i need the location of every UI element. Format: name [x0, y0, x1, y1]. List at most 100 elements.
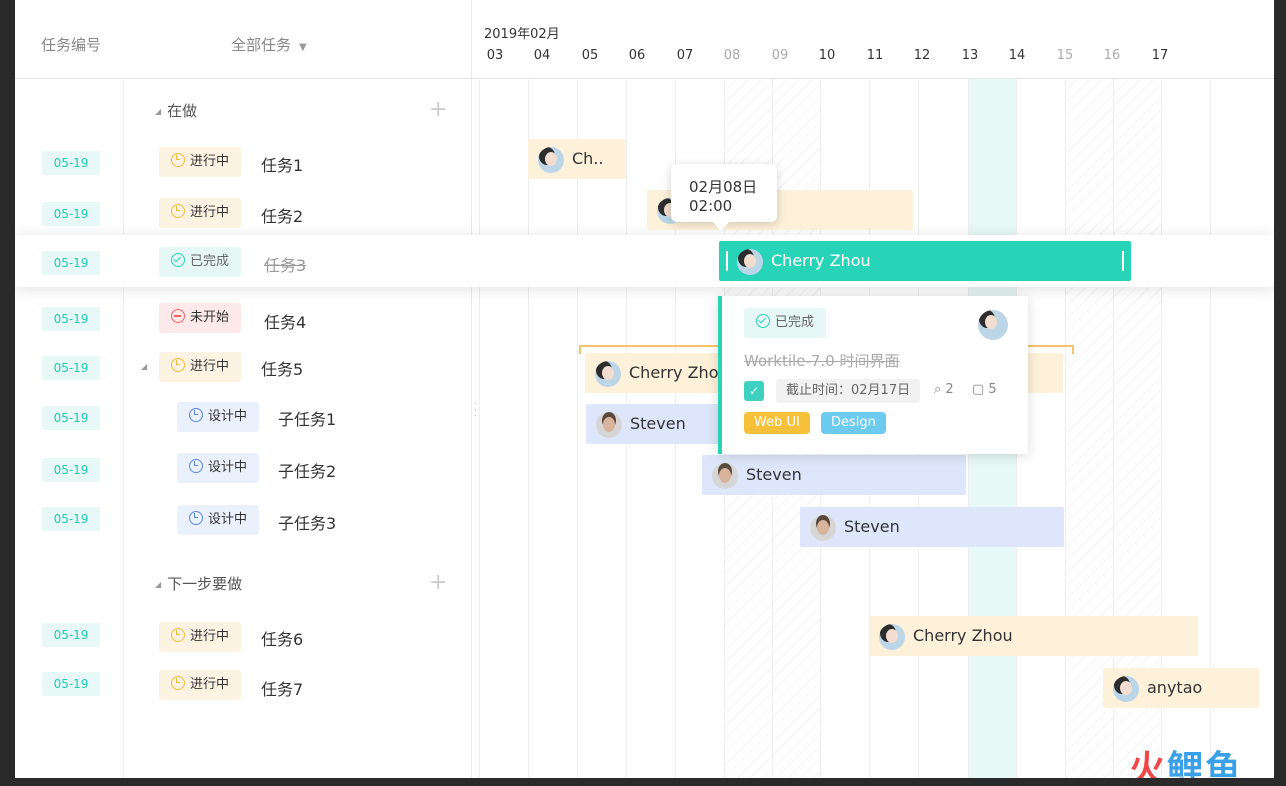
task-name[interactable]: 任务6	[261, 626, 303, 650]
status-badge[interactable]: 未开始	[159, 303, 242, 333]
gantt-bar-subtask2[interactable]: Steven	[702, 455, 966, 495]
tooltip-date: 02月08日	[689, 178, 758, 196]
paperclip-icon: ⌕	[934, 382, 946, 397]
woman-avatar	[538, 146, 564, 173]
comment-icon: ▢	[972, 382, 989, 397]
card-status-badge[interactable]: 已完成	[744, 308, 827, 338]
card-status-label: 已完成	[775, 315, 815, 330]
card-title[interactable]: Worktile-7.0 时间界面	[744, 350, 899, 371]
woman-avatar	[1113, 675, 1139, 702]
woman-avatar	[737, 248, 763, 275]
woman-avatar	[595, 360, 621, 387]
group-header-doing[interactable]: ◢ 在做	[155, 100, 197, 121]
collapse-triangle-icon[interactable]: ◢	[155, 107, 161, 116]
bar-label: Steven	[630, 414, 686, 433]
clock-icon	[189, 408, 203, 422]
group-label: 下一步要做	[167, 575, 243, 593]
task-date: 05-19	[42, 623, 100, 647]
status-label: 设计中	[208, 460, 248, 475]
timeline-month: 2019年02月	[484, 27, 560, 42]
task-date: 05-19	[42, 458, 100, 482]
status-label: 进行中	[190, 205, 230, 220]
task-name[interactable]: 任务7	[261, 676, 303, 700]
resize-handle-left[interactable]	[726, 251, 728, 271]
gantt-bar-subtask1[interactable]: Steven	[586, 404, 726, 444]
tag-web-ui[interactable]: Web UI	[744, 412, 810, 434]
gantt-app: 任务编号 全部任务 ▼ 2019年02月 03 04 05 06 07 08 09…	[15, 0, 1274, 778]
man-avatar	[712, 462, 738, 489]
task-name[interactable]: 任务3	[264, 252, 306, 276]
add-task-button[interactable]: +	[429, 99, 447, 121]
task-filter-dropdown[interactable]: 全部任务 ▼	[231, 34, 307, 55]
checkbox-icon[interactable]: ✓	[744, 381, 764, 401]
bar-label: Cherry Zhou	[913, 626, 1013, 645]
resize-handle-right[interactable]	[1122, 251, 1124, 271]
attachment-count-value: 2	[945, 382, 954, 397]
attachment-count[interactable]: ⌕ 2	[934, 382, 954, 397]
task-date: 05-19	[42, 251, 100, 275]
clock-icon	[171, 628, 185, 642]
logo-part2: 鲤鱼	[1167, 749, 1244, 778]
task-date: 05-19	[42, 202, 100, 226]
group-header-next[interactable]: ◢ 下一步要做	[155, 573, 242, 594]
bar-label: Ch..	[572, 149, 604, 168]
clock-icon	[171, 358, 185, 372]
clock-icon	[171, 676, 185, 690]
bar-label: Steven	[844, 517, 900, 536]
status-label: 进行中	[190, 677, 230, 692]
deadline-badge[interactable]: 截止时间：02月17日	[776, 379, 921, 403]
status-badge[interactable]: 进行中	[159, 147, 242, 177]
column-header-id: 任务编号	[41, 36, 102, 54]
task-date: 05-19	[42, 307, 100, 331]
gantt-header: 任务编号 全部任务 ▼ 2019年02月 03 04 05 06 07 08 09…	[15, 0, 1274, 79]
bar-label: Cherry Zhou	[629, 363, 729, 382]
task-detail-card[interactable]: 已完成 Worktile-7.0 时间界面 ✓ 截止时间：02月17日 ⌕ 2 …	[718, 296, 1028, 454]
day-label: 12	[913, 48, 931, 63]
gantt-bar-task6[interactable]: Cherry Zhou	[869, 616, 1198, 656]
task-name[interactable]: 子任务2	[278, 458, 336, 482]
bar-label: anytao	[1147, 678, 1203, 697]
comment-count-value: 5	[988, 382, 997, 397]
woman-avatar	[879, 623, 905, 650]
pane-splitter[interactable]	[471, 0, 472, 778]
status-badge[interactable]: 进行中	[159, 352, 242, 382]
status-badge[interactable]: 设计中	[177, 453, 260, 483]
check-circle-icon	[171, 253, 185, 267]
task-name[interactable]: 任务1	[261, 152, 303, 176]
drag-handle-icon[interactable]: · · ·	[474, 400, 477, 422]
task-name[interactable]: 任务4	[264, 309, 306, 333]
collapse-triangle-icon[interactable]: ◢	[155, 580, 161, 589]
man-avatar	[596, 411, 622, 438]
clock-icon	[189, 459, 203, 473]
task-date: 05-19	[42, 356, 100, 380]
task-name[interactable]: 任务5	[261, 356, 303, 380]
man-avatar	[810, 514, 836, 541]
assignee-avatar[interactable]	[978, 310, 1008, 340]
comment-count[interactable]: ▢ 5	[972, 382, 997, 397]
task-name[interactable]: 子任务3	[278, 510, 336, 534]
day-label: 05	[581, 48, 599, 63]
task-name[interactable]: 子任务1	[278, 406, 336, 430]
group-label: 在做	[167, 102, 198, 120]
day-label: 03	[486, 48, 504, 63]
status-badge[interactable]: 进行中	[159, 622, 242, 652]
gantt-bar-task1[interactable]: Ch..	[528, 139, 626, 179]
clock-icon	[171, 153, 185, 167]
gantt-bar-task3[interactable]: Cherry Zhou	[719, 241, 1131, 281]
day-label: 15	[1056, 48, 1074, 63]
collapse-triangle-icon[interactable]: ◢	[141, 362, 147, 371]
day-label: 14	[1008, 48, 1026, 63]
day-label: 06	[628, 48, 646, 63]
status-badge[interactable]: 已完成	[159, 247, 242, 277]
day-label: 07	[676, 48, 694, 63]
status-badge[interactable]: 设计中	[177, 505, 260, 535]
tag-design[interactable]: Design	[821, 412, 886, 434]
grid-line	[528, 78, 529, 778]
gantt-bar-subtask3[interactable]: Steven	[800, 507, 1064, 547]
status-badge[interactable]: 进行中	[159, 670, 242, 700]
gantt-bar-task7[interactable]: anytao	[1103, 668, 1259, 708]
status-badge[interactable]: 设计中	[177, 402, 260, 432]
task-name[interactable]: 任务2	[261, 203, 303, 227]
add-task-button[interactable]: +	[429, 572, 447, 594]
status-badge[interactable]: 进行中	[159, 198, 242, 228]
